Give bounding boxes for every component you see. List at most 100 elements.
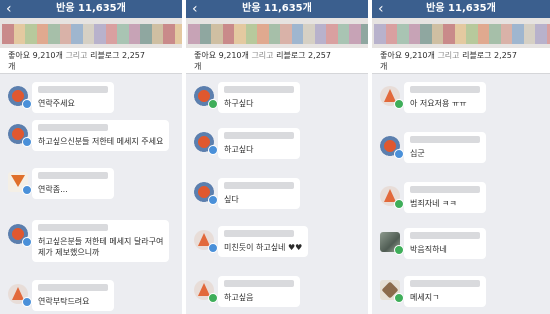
likes-and: 그리고 [65, 51, 88, 60]
reblogs-unit: 개 [380, 62, 388, 71]
blurred-avatar-block [268, 24, 281, 44]
reblogs-count[interactable]: 리블로그 2,257 [90, 51, 145, 60]
comment-bubble: 하고싶으신분들 저한테 메세지 주세요 [32, 120, 170, 151]
blurred-avatar-block [222, 24, 235, 44]
blurred-username[interactable] [410, 86, 480, 93]
blurred-avatar-block [303, 24, 315, 44]
follow-badge-icon[interactable] [22, 237, 32, 247]
comment-text: 하고싶으신분들 저한테 메세지 주세요 [38, 137, 164, 146]
blurred-username[interactable] [38, 172, 108, 179]
avatar-icon[interactable] [8, 224, 32, 247]
follow-badge-icon[interactable] [394, 99, 404, 109]
reactions-title: 반응 11,635개 [426, 3, 496, 14]
avatar-icon[interactable] [194, 182, 218, 205]
avatar-icon[interactable] [380, 280, 404, 303]
comment-text: 연락좀... [38, 185, 68, 194]
blurred-avatar-block [408, 24, 421, 44]
follow-badge-icon[interactable] [208, 195, 218, 205]
likes-count[interactable]: 좋아요 9,210개 [194, 51, 249, 60]
top-bar: ‹ 반응 11,635개 [372, 0, 550, 18]
comment-bubble: 메세지ㄱ [404, 276, 486, 307]
blurred-username[interactable] [224, 230, 294, 237]
blurred-username[interactable] [38, 284, 108, 291]
comment-text: 아 저요저용 ㅠㅠ [410, 99, 467, 108]
blurred-username[interactable] [410, 232, 480, 239]
follow-badge-icon[interactable] [208, 243, 218, 253]
follow-badge-icon[interactable] [22, 185, 32, 195]
reactions-title: 반응 11,635개 [242, 3, 312, 14]
blurred-username[interactable] [38, 86, 108, 93]
blurred-username[interactable] [224, 86, 294, 93]
blurred-avatar-block [188, 24, 200, 44]
follow-badge-icon[interactable] [394, 149, 404, 159]
top-bar: ‹ 반응 11,635개 [0, 0, 182, 18]
comment-text: 미친듯이 하고싶네 ♥♥ [224, 243, 303, 252]
avatar-icon[interactable] [8, 284, 32, 307]
follow-badge-icon[interactable] [394, 245, 404, 255]
likes-summary: 좋아요 9,210개 그리고 리블로그 2,257 개 [0, 48, 182, 74]
likes-count[interactable]: 좋아요 9,210개 [8, 51, 63, 60]
follow-badge-icon[interactable] [208, 145, 218, 155]
likes-count[interactable]: 좋아요 9,210개 [380, 51, 435, 60]
avatar-icon[interactable] [380, 86, 404, 109]
blurred-avatar-block [82, 24, 95, 44]
avatar-icon[interactable] [8, 124, 32, 147]
avatar-icon[interactable] [194, 230, 218, 253]
avatar-icon[interactable] [8, 172, 32, 195]
comment-bubble: 아 저요저용 ㅠㅠ [404, 82, 486, 113]
avatar-icon[interactable] [194, 86, 218, 109]
blurred-avatar-block [546, 24, 550, 44]
avatar-icon[interactable] [194, 280, 218, 303]
blurred-avatar-block [234, 24, 246, 44]
blurred-username[interactable] [410, 280, 480, 287]
blurred-avatar-block [512, 24, 524, 44]
comment-bubble: 연락주세요 [32, 82, 114, 113]
avatar-icon[interactable] [380, 186, 404, 209]
follow-badge-icon[interactable] [22, 137, 32, 147]
blurred-username[interactable] [38, 124, 108, 131]
blurred-avatar-block [535, 24, 547, 44]
blurred-avatar-block [163, 24, 175, 44]
comment-text: 십군 [410, 149, 425, 158]
comment-text: 연락부탁드려요 [38, 297, 90, 306]
reblogs-count[interactable]: 리블로그 2,257 [276, 51, 331, 60]
follow-badge-icon[interactable] [208, 99, 218, 109]
comment-bubble: 하구싶다 [218, 82, 300, 113]
follow-badge-icon[interactable] [394, 199, 404, 209]
comment-text: 메세지ㄱ [410, 293, 440, 302]
blurred-avatar-block [211, 24, 223, 44]
blurred-username[interactable] [410, 136, 480, 143]
blurred-avatar-block [71, 24, 83, 44]
follow-badge-icon[interactable] [394, 293, 404, 303]
reblogs-unit: 개 [194, 62, 202, 71]
blurred-username[interactable] [38, 224, 108, 231]
avatar-icon[interactable] [380, 136, 404, 159]
blurred-avatars [186, 24, 368, 46]
reblogs-count[interactable]: 리블로그 2,257 [462, 51, 517, 60]
blurred-avatar-block [2, 24, 14, 44]
follow-badge-icon[interactable] [208, 293, 218, 303]
liker-avatars-row[interactable] [186, 18, 368, 50]
follow-badge-icon[interactable] [22, 297, 32, 307]
blurred-avatar-block [199, 24, 212, 44]
likes-and: 그리고 [437, 51, 460, 60]
avatar-icon[interactable] [8, 86, 32, 109]
blurred-avatar-block [454, 24, 467, 44]
blurred-avatar-block [94, 24, 106, 44]
follow-badge-icon[interactable] [22, 99, 32, 109]
comment-bubble: 싶다 [218, 178, 300, 209]
blurred-username[interactable] [224, 132, 294, 139]
comment-bubble: 연락좀... [32, 168, 114, 199]
blurred-username[interactable] [410, 186, 480, 193]
comment-text: 박음직하네 [410, 245, 447, 254]
avatar-icon[interactable] [380, 232, 404, 255]
liker-avatars-row[interactable] [372, 18, 550, 50]
blurred-username[interactable] [224, 182, 294, 189]
comment-bubble: 십군 [404, 132, 486, 163]
avatar-icon[interactable] [194, 132, 218, 155]
blurred-username[interactable] [224, 280, 294, 287]
comment-text: 연락주세요 [38, 99, 75, 108]
liker-avatars-row[interactable] [0, 18, 182, 50]
blurred-avatar-block [489, 24, 501, 44]
blurred-avatar-block [326, 24, 338, 44]
